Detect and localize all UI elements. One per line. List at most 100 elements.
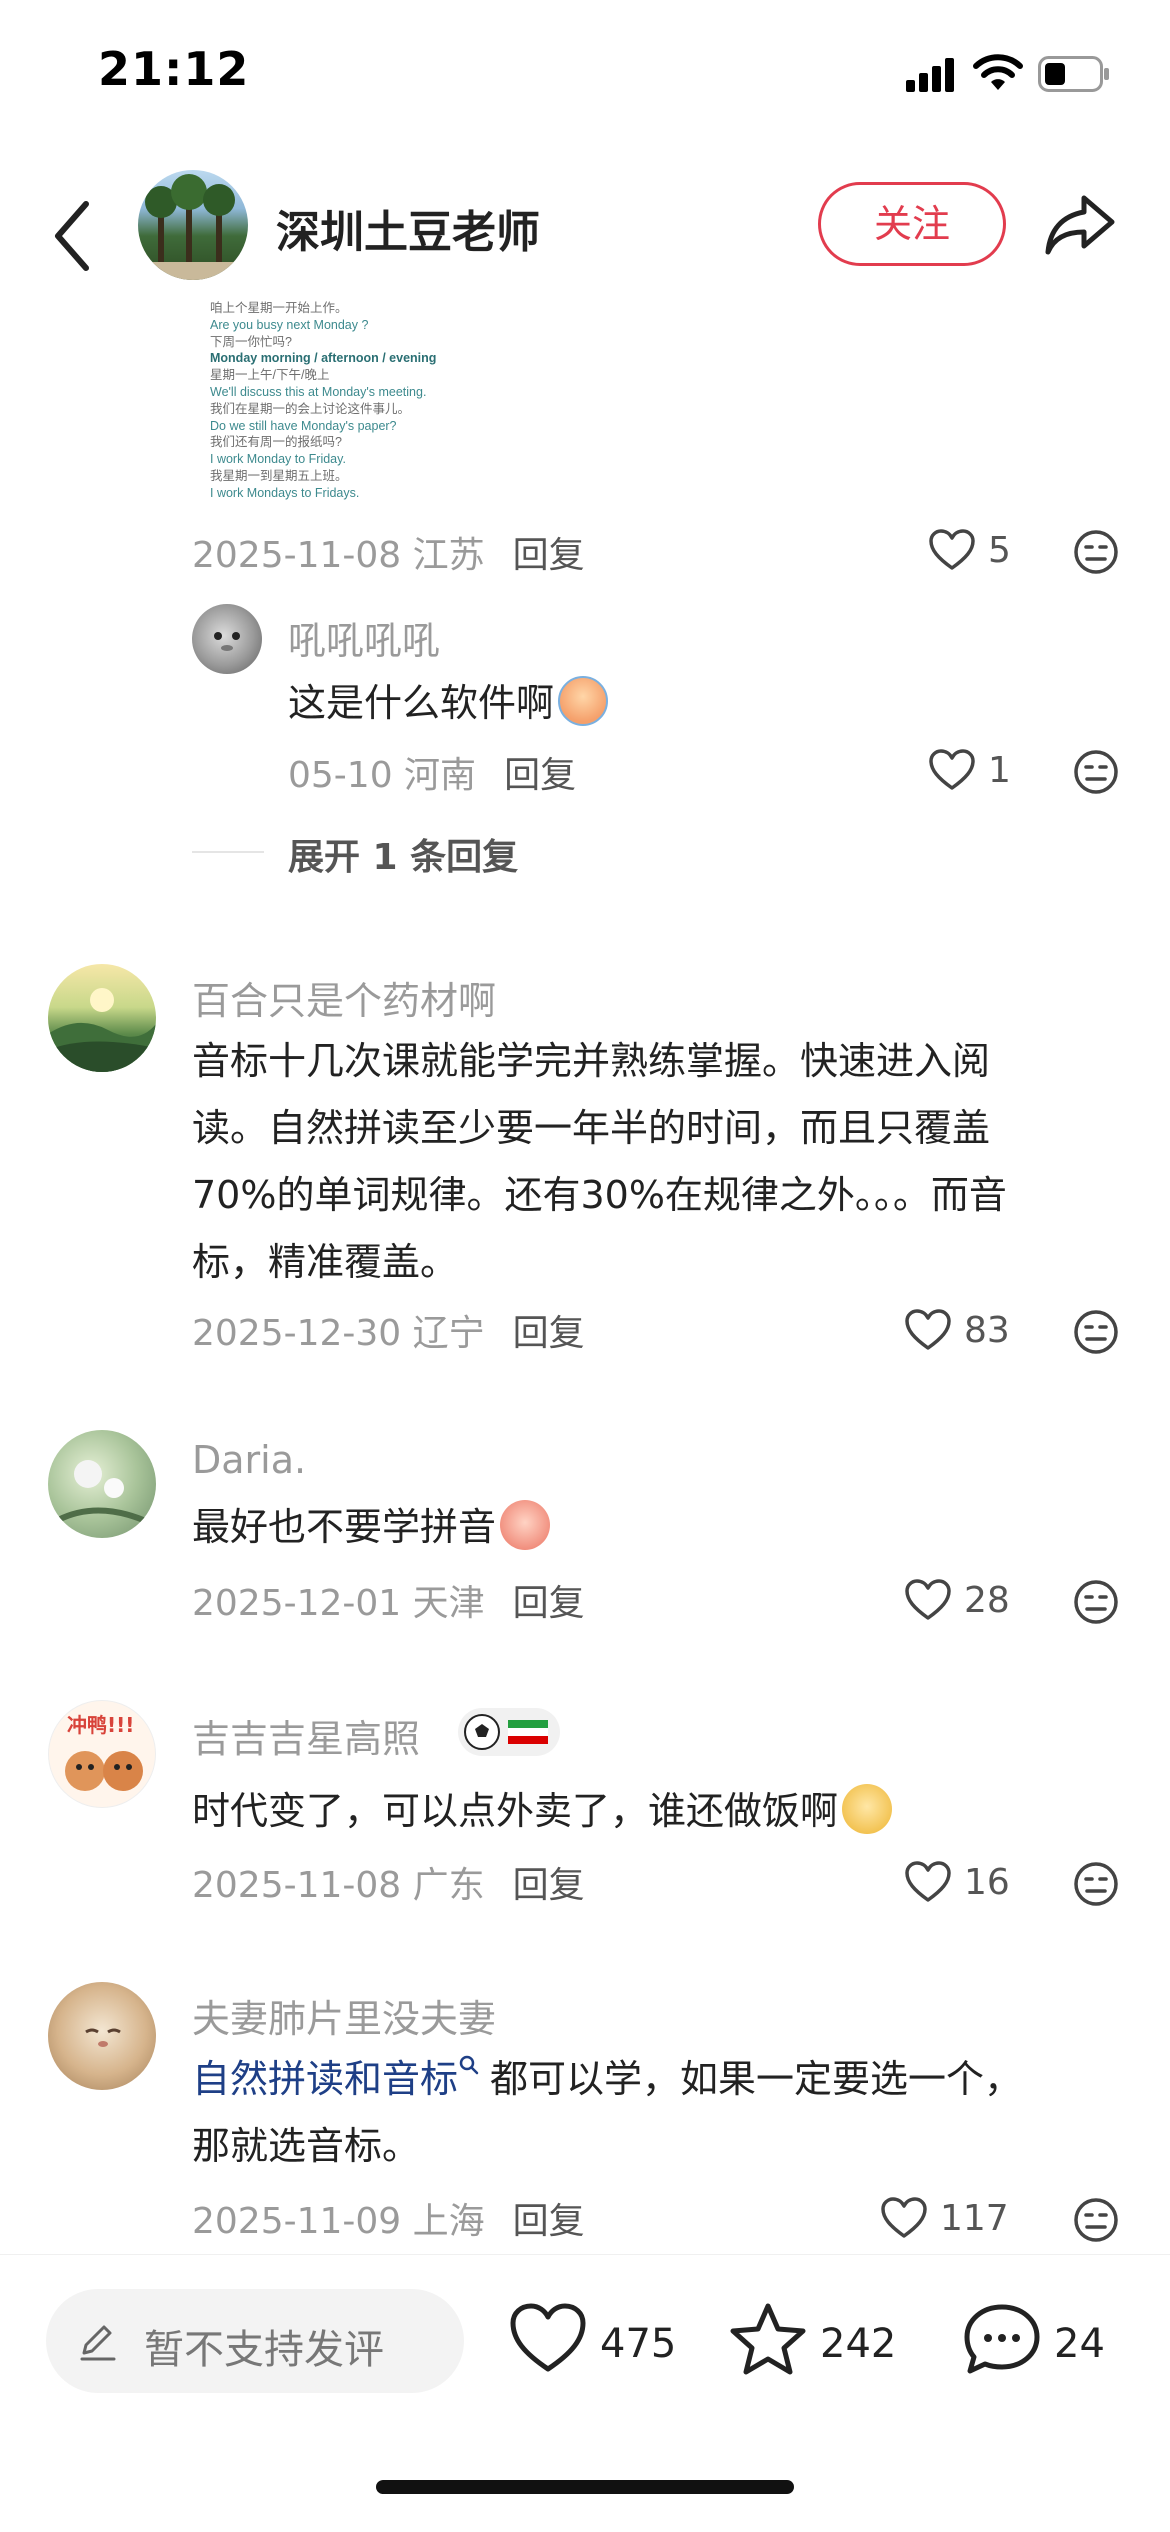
heart-icon bbox=[881, 2197, 927, 2238]
comment-text-body: 都可以学，如果一定要选一个， bbox=[490, 2057, 1023, 2101]
dislike-face-icon[interactable] bbox=[1072, 1308, 1120, 1356]
commenter-avatar[interactable] bbox=[48, 1430, 156, 1538]
image-text-line: 星期一上午/下午/晚上 bbox=[210, 368, 330, 383]
like-count: 5 bbox=[988, 530, 1011, 571]
commenter-avatar[interactable]: 冲鸭!!! bbox=[48, 1700, 156, 1808]
like-post-button[interactable]: 475 bbox=[508, 2291, 678, 2391]
reply-button[interactable]: 回复 bbox=[513, 535, 585, 576]
back-button[interactable] bbox=[46, 192, 102, 280]
comment-author[interactable]: 吉吉吉星高照 bbox=[192, 1708, 420, 1763]
dislike-face-icon[interactable] bbox=[1072, 1578, 1120, 1626]
heart-icon bbox=[905, 1861, 951, 1902]
comment-line: 读。自然拼读至少要一年半的时间，而且只覆盖 bbox=[192, 1106, 991, 1150]
search-icon[interactable] bbox=[458, 2054, 480, 2080]
reply-button[interactable]: 回复 bbox=[513, 2201, 585, 2242]
reply-meta: 05-10 河南 回复 bbox=[288, 746, 576, 798]
reply-button[interactable]: 回复 bbox=[513, 1583, 585, 1624]
comment-date-location: 2025-11-08 江苏 bbox=[192, 535, 485, 576]
dislike-face-icon[interactable] bbox=[1072, 528, 1120, 576]
status-bar: 21:12 bbox=[0, 0, 1170, 150]
comment-date-location: 2025-12-01 天津 bbox=[192, 1583, 485, 1624]
like-button[interactable]: 5 bbox=[928, 526, 1038, 576]
like-button[interactable]: 117 bbox=[880, 2194, 1020, 2244]
comment-text-body: 最好也不要学拼音 bbox=[192, 1505, 497, 1549]
pouting-emoji-icon bbox=[500, 1500, 551, 1550]
share-icon[interactable] bbox=[1044, 192, 1116, 258]
image-text-line: We'll discuss this at Monday's meeting. bbox=[210, 384, 427, 399]
reply-avatar[interactable] bbox=[192, 604, 262, 674]
comment-text: 自然拼读和音标 都可以学，如果一定要选一个， 那就选音标。 bbox=[192, 2046, 1132, 2180]
heart-icon bbox=[929, 529, 975, 570]
like-button[interactable]: 28 bbox=[904, 1576, 1014, 1626]
comment-author[interactable]: Daria. bbox=[192, 1438, 306, 1482]
football-flag-badge bbox=[458, 1708, 560, 1756]
home-indicator bbox=[376, 2480, 794, 2494]
like-count: 28 bbox=[964, 1580, 1010, 1621]
comment-date-location: 2025-12-30 辽宁 bbox=[192, 1313, 485, 1354]
like-total: 475 bbox=[600, 2321, 677, 2367]
pencil-icon bbox=[80, 2325, 116, 2361]
comment-image[interactable]: 咱上个星期一开始上作。 Are you busy next Monday ? 下周一… bbox=[210, 300, 470, 510]
wifi-icon bbox=[973, 54, 1023, 90]
star-icon bbox=[730, 2303, 806, 2375]
comment-total: 24 bbox=[1054, 2321, 1105, 2367]
comment-line: 自然拼读和音标 都可以学，如果一定要选一个， bbox=[192, 2046, 1132, 2113]
comment-line: 音标十几次课就能学完并熟练掌握。快速进入阅 bbox=[192, 1039, 991, 1083]
image-text-line: 下周一你忙吗? bbox=[210, 334, 292, 349]
reply-button[interactable]: 回复 bbox=[513, 1313, 585, 1354]
smiling-emoji-icon bbox=[842, 1784, 893, 1834]
comment-line: 70%的单词规律。还有30%在规律之外。。。而音 bbox=[192, 1173, 1007, 1217]
avatar-caption: 冲鸭!!! bbox=[67, 1713, 135, 1737]
comment-date-location: 2025-11-09 上海 bbox=[192, 2201, 485, 2242]
image-text-line: I work Monday to Friday. bbox=[210, 452, 346, 467]
collect-total: 242 bbox=[820, 2321, 897, 2367]
like-button[interactable]: 83 bbox=[904, 1306, 1014, 1356]
signal-icon bbox=[906, 58, 954, 92]
reply-author[interactable]: 吼吼吼吼 bbox=[288, 610, 440, 665]
commenter-avatar[interactable] bbox=[48, 964, 156, 1072]
header: 深圳土豆老师 关注 bbox=[0, 170, 1170, 300]
like-button[interactable]: 16 bbox=[904, 1858, 1014, 1908]
follow-button[interactable]: 关注 bbox=[818, 182, 1006, 266]
comment-author[interactable]: 夫妻肺片里没夫妻 bbox=[192, 1988, 496, 2043]
expand-replies-button[interactable]: 展开 1 条回复 bbox=[288, 828, 518, 880]
like-count: 83 bbox=[964, 1310, 1010, 1351]
collect-button[interactable]: 242 bbox=[728, 2291, 898, 2391]
comment-meta: 2025-11-08 广东 回复 bbox=[192, 1856, 585, 1908]
crying-emoji-icon bbox=[558, 676, 609, 726]
dislike-face-icon[interactable] bbox=[1072, 2196, 1120, 2244]
heart-icon bbox=[929, 749, 975, 790]
image-text-line: Do we still have Monday's paper? bbox=[210, 418, 397, 433]
like-button[interactable]: 1 bbox=[928, 746, 1038, 796]
reply-text-body: 这是什么软件啊 bbox=[288, 681, 555, 725]
image-text-line: 我星期一到星期五上班。 bbox=[210, 468, 348, 483]
image-text-line: Are you busy next Monday ? bbox=[210, 317, 369, 332]
commenter-avatar[interactable] bbox=[48, 1982, 156, 2090]
like-count: 117 bbox=[940, 2198, 1009, 2239]
reply-button[interactable]: 回复 bbox=[513, 1865, 585, 1906]
divider bbox=[192, 851, 264, 853]
dislike-face-icon[interactable] bbox=[1072, 748, 1120, 796]
comments-button[interactable]: 24 bbox=[962, 2291, 1132, 2391]
author-name[interactable]: 深圳土豆老师 bbox=[276, 196, 540, 260]
battery-icon bbox=[1038, 56, 1109, 92]
comment-meta: 2025-11-08 江苏 回复 bbox=[192, 526, 585, 578]
heart-icon bbox=[905, 1309, 951, 1350]
comment-line: 标，精准覆盖。 bbox=[192, 1240, 459, 1284]
like-count: 16 bbox=[964, 1862, 1010, 1903]
comment-author[interactable]: 百合只是个药材啊 bbox=[192, 970, 496, 1025]
reply-button[interactable]: 回复 bbox=[504, 755, 576, 796]
comment-input[interactable]: 暂不支持发评 bbox=[46, 2289, 464, 2393]
image-text-line: I work Mondays to Fridays. bbox=[210, 485, 360, 500]
comment-text: 时代变了，可以点外卖了，谁还做饭啊 bbox=[192, 1778, 893, 1845]
comment-text: 最好也不要学拼音 bbox=[192, 1494, 551, 1561]
comment-bubble-icon bbox=[964, 2304, 1040, 2374]
search-link[interactable]: 自然拼读和音标 bbox=[192, 2057, 458, 2101]
dislike-face-icon[interactable] bbox=[1072, 1860, 1120, 1908]
author-avatar[interactable] bbox=[138, 170, 248, 280]
comment-meta: 2025-11-09 上海 回复 bbox=[192, 2192, 585, 2244]
comment-date-location: 2025-11-08 广东 bbox=[192, 1865, 485, 1906]
image-text-line: 我们在星期一的会上讨论这件事儿。 bbox=[210, 401, 411, 416]
reply-date-location: 05-10 河南 bbox=[288, 755, 477, 796]
comment-meta: 2025-12-01 天津 回复 bbox=[192, 1574, 585, 1626]
